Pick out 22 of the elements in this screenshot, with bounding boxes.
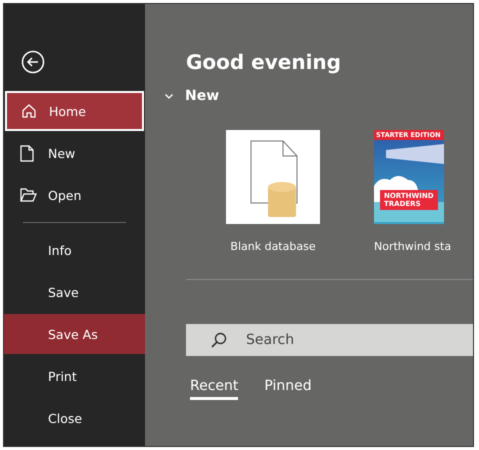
- search-icon: [210, 331, 228, 349]
- folder-icon: [20, 188, 37, 202]
- search-field[interactable]: Search: [186, 324, 473, 356]
- new-section-toggle[interactable]: New: [162, 88, 220, 104]
- tab[interactable]: Recent: [190, 378, 238, 400]
- sidebar-item[interactable]: Save: [4, 272, 145, 312]
- sidebar-item[interactable]: New: [4, 133, 145, 173]
- template-label[interactable]: Northwind sta: [374, 240, 452, 253]
- page-icon: [20, 144, 34, 162]
- sidebar-item[interactable]: Close: [4, 398, 145, 438]
- home-icon: [21, 103, 37, 119]
- back-icon[interactable]: [21, 50, 45, 74]
- greeting-title: Good evening: [186, 50, 342, 74]
- sidebar-item[interactable]: Info: [4, 230, 145, 270]
- sidebar-item[interactable]: Open: [4, 175, 145, 215]
- template-label[interactable]: Blank database: [230, 240, 316, 253]
- blank-database-thumbnail[interactable]: [226, 130, 320, 224]
- sidebar-item[interactable]: Home: [5, 91, 144, 131]
- tab[interactable]: Pinned: [264, 378, 312, 400]
- sidebar-item[interactable]: Save As: [4, 314, 145, 354]
- chevron-icon: [164, 91, 174, 101]
- sidebar-item[interactable]: Print: [4, 356, 145, 396]
